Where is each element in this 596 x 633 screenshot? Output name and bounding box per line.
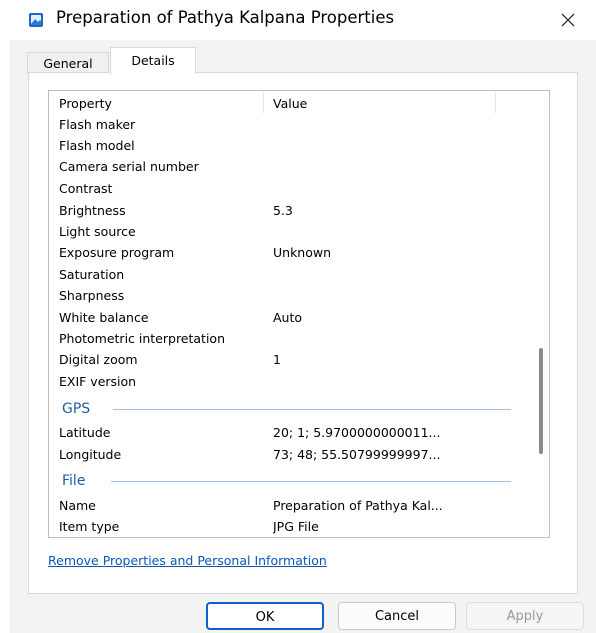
property-value: Auto	[273, 310, 303, 325]
scrollbar-thumb[interactable]	[539, 348, 543, 454]
property-name: Saturation	[59, 267, 125, 282]
tab-general[interactable]: General	[27, 52, 109, 74]
property-name: Sharpness	[59, 288, 125, 303]
group-divider	[111, 481, 511, 482]
property-value: 73; 48; 55.50799999997...	[273, 447, 441, 462]
group-header-gps[interactable]: GPS	[49, 398, 519, 420]
column-header-property[interactable]: Property	[59, 93, 264, 114]
property-name: Longitude	[59, 447, 122, 462]
apply-button[interactable]: Apply	[466, 602, 584, 630]
property-value: JPG File	[273, 519, 319, 534]
title-bar: Preparation of Pathya Kalpana Properties	[0, 0, 596, 40]
property-name: EXIF version	[59, 374, 137, 389]
ok-button[interactable]: OK	[206, 602, 324, 630]
property-value: Preparation of Pathya Kal...	[273, 498, 443, 513]
property-name: Name	[59, 498, 96, 513]
cancel-button[interactable]: Cancel	[338, 602, 456, 630]
group-header-file[interactable]: File	[49, 470, 519, 492]
remove-properties-link[interactable]: Remove Properties and Personal Informati…	[48, 553, 327, 568]
property-value: 5.3	[273, 203, 293, 218]
property-name: Photometric interpretation	[59, 331, 226, 346]
property-name: Latitude	[59, 425, 111, 440]
property-name: Flash model	[59, 138, 135, 153]
property-name: Flash maker	[59, 117, 136, 132]
image-file-icon	[28, 12, 44, 28]
tab-details[interactable]: Details	[110, 47, 196, 74]
column-separator[interactable]	[495, 92, 496, 113]
property-name: Camera serial number	[59, 159, 199, 174]
property-value: 20; 1; 5.9700000000011...	[273, 425, 441, 440]
column-separator[interactable]	[263, 92, 264, 113]
group-label: File	[62, 470, 92, 492]
property-name: Contrast	[59, 181, 113, 196]
close-icon	[561, 13, 575, 27]
property-value: Unknown	[273, 245, 332, 260]
property-value: 1	[273, 352, 281, 367]
property-name: Brightness	[59, 203, 126, 218]
property-list[interactable]: Property Value Flash maker Flash model C…	[48, 90, 550, 538]
close-button[interactable]	[550, 4, 586, 36]
property-name: Digital zoom	[59, 352, 138, 367]
property-name: White balance	[59, 310, 149, 325]
property-name: Exposure program	[59, 245, 175, 260]
window-title: Preparation of Pathya Kalpana Properties	[56, 8, 395, 27]
group-divider	[113, 409, 511, 410]
column-header-value[interactable]: Value	[273, 93, 513, 114]
property-name: Light source	[59, 224, 136, 239]
property-name: Item type	[59, 519, 120, 534]
group-label: GPS	[62, 398, 97, 420]
